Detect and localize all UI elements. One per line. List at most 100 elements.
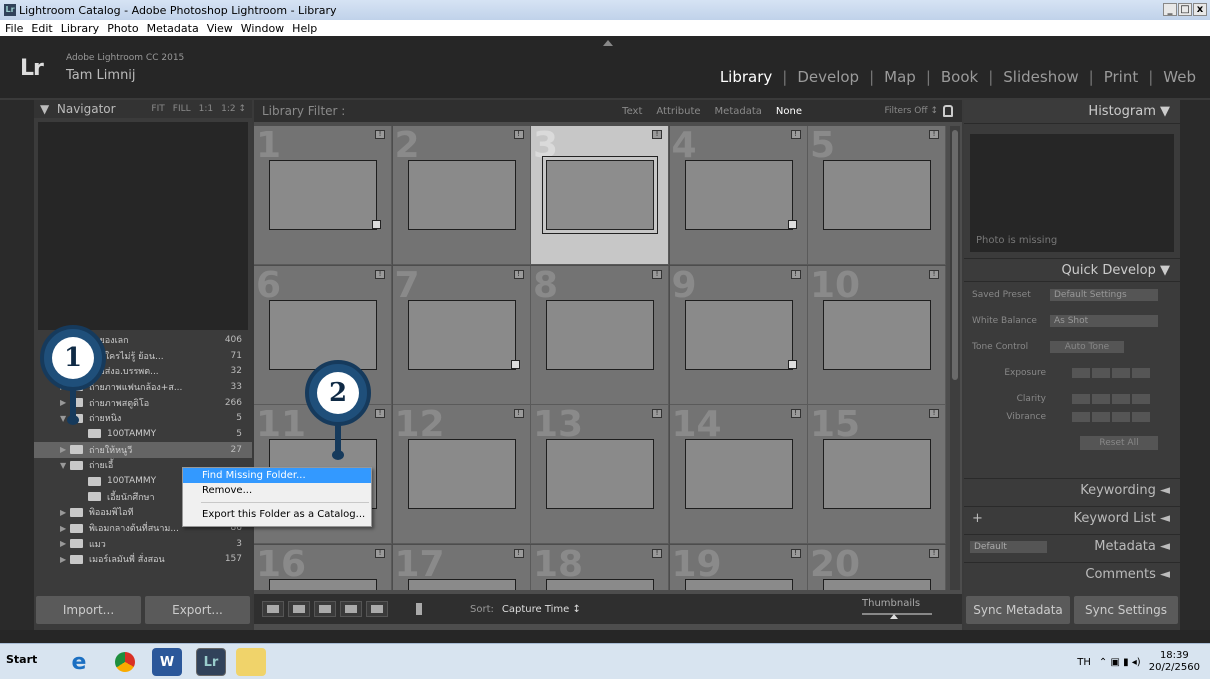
- module-slideshow[interactable]: Slideshow: [1003, 68, 1078, 86]
- thumbnail[interactable]: [684, 160, 793, 230]
- tray-icons[interactable]: ⌃ ▣ ▮ ◂): [1099, 657, 1141, 668]
- reset-all-button[interactable]: Reset All: [1080, 436, 1158, 450]
- grid-cell[interactable]: 9!: [669, 265, 808, 405]
- thumbnail[interactable]: [546, 439, 654, 509]
- chrome-icon[interactable]: [110, 648, 140, 676]
- thumbnail[interactable]: [407, 299, 516, 370]
- menu-library[interactable]: Library: [61, 22, 99, 35]
- collapse-top-arrow-icon[interactable]: [603, 40, 613, 46]
- missing-photo-badge-icon[interactable]: !: [929, 409, 939, 418]
- spray-can-icon[interactable]: [408, 601, 430, 617]
- grid-scrollbar[interactable]: [950, 126, 960, 590]
- missing-photo-badge-icon[interactable]: !: [513, 548, 524, 558]
- menu-view[interactable]: View: [207, 22, 233, 35]
- missing-photo-badge-icon[interactable]: !: [513, 269, 524, 279]
- comments-header[interactable]: Comments ◄: [964, 562, 1180, 586]
- export-folder-as-catalog-item[interactable]: Export this Folder as a Catalog...: [183, 507, 371, 522]
- grid-cell[interactable]: 7!: [392, 265, 531, 405]
- thumbnail[interactable]: [823, 299, 931, 370]
- sync-metadata-button[interactable]: Sync Metadata: [966, 596, 1070, 624]
- filter-tab-none[interactable]: None: [776, 106, 802, 117]
- collapsed-triangle-icon[interactable]: ▶: [60, 398, 70, 407]
- thumbnail[interactable]: [542, 156, 658, 234]
- auto-tone-button[interactable]: Auto Tone: [1050, 341, 1124, 353]
- missing-photo-badge-icon[interactable]: !: [375, 548, 385, 558]
- grid-cell[interactable]: 17!: [392, 544, 531, 590]
- thumbnail[interactable]: [684, 578, 793, 590]
- thumbnail[interactable]: [269, 160, 377, 230]
- missing-photo-badge-icon[interactable]: !: [375, 269, 385, 279]
- maximize-button[interactable]: □: [1178, 3, 1192, 16]
- internet-explorer-icon[interactable]: e: [64, 648, 94, 676]
- collapsed-triangle-icon[interactable]: ▶: [60, 445, 70, 454]
- compare-view-button[interactable]: [314, 601, 336, 617]
- grid-cell[interactable]: 19!: [669, 544, 808, 590]
- metadata-preset-dropdown[interactable]: Default: [970, 540, 1047, 553]
- filter-tab-attribute[interactable]: Attribute: [656, 106, 700, 117]
- missing-photo-badge-icon[interactable]: !: [929, 130, 939, 139]
- metadata-header[interactable]: Default Metadata ◄: [964, 534, 1180, 558]
- thumbnail[interactable]: [407, 160, 516, 230]
- thumbnail[interactable]: [684, 439, 793, 509]
- clock[interactable]: 18:39 20/2/2560: [1149, 650, 1200, 674]
- missing-photo-badge-icon[interactable]: !: [513, 409, 524, 418]
- missing-photo-badge-icon[interactable]: !: [513, 130, 524, 139]
- missing-photo-badge-icon[interactable]: !: [790, 409, 801, 418]
- grid-cell[interactable]: 5!: [808, 126, 946, 265]
- menu-photo[interactable]: Photo: [107, 22, 138, 35]
- language-indicator[interactable]: TH: [1077, 657, 1091, 668]
- menu-file[interactable]: File: [5, 22, 23, 35]
- grid-view-button[interactable]: [262, 601, 284, 617]
- white-balance-dropdown[interactable]: As Shot: [1050, 315, 1158, 327]
- export-button[interactable]: Export...: [145, 596, 250, 624]
- start-button[interactable]: Start: [6, 653, 37, 666]
- people-view-button[interactable]: [366, 601, 388, 617]
- vibrance-buttons[interactable]: [1072, 412, 1150, 422]
- missing-photo-badge-icon[interactable]: !: [929, 269, 939, 279]
- missing-photo-badge-icon[interactable]: !: [790, 269, 801, 279]
- right-panel-toggle[interactable]: [1180, 100, 1210, 630]
- missing-photo-badge-icon[interactable]: !: [375, 409, 385, 418]
- missing-photo-badge-icon[interactable]: !: [929, 548, 939, 558]
- keyword-list-header[interactable]: + Keyword List ◄: [964, 506, 1180, 530]
- saved-preset-dropdown[interactable]: Default Settings: [1050, 289, 1158, 301]
- grid-cell[interactable]: 13!: [531, 405, 669, 544]
- navigator-preview[interactable]: [38, 122, 248, 330]
- lightroom-taskbar-icon[interactable]: Lr: [196, 648, 226, 676]
- missing-photo-badge-icon[interactable]: !: [790, 548, 801, 558]
- word-icon[interactable]: W: [152, 648, 182, 676]
- missing-photo-badge-icon[interactable]: !: [375, 130, 385, 139]
- grid-cell[interactable]: 3!: [531, 126, 669, 265]
- navigator-header[interactable]: ▼ Navigator FIT FILL 1:1 1:2 ↕: [34, 100, 252, 118]
- thumbnail[interactable]: [823, 160, 931, 230]
- collapsed-triangle-icon[interactable]: ▶: [60, 508, 70, 517]
- grid-cell[interactable]: 16!: [254, 544, 392, 590]
- quick-develop-header[interactable]: Quick Develop ▼: [964, 258, 1180, 282]
- module-map[interactable]: Map: [884, 68, 916, 86]
- grid-cell[interactable]: 8!: [531, 265, 669, 405]
- add-keyword-icon[interactable]: +: [972, 511, 983, 526]
- thumbnail[interactable]: [546, 299, 654, 370]
- zoom-fill[interactable]: FILL: [173, 104, 191, 114]
- module-book[interactable]: Book: [941, 68, 978, 86]
- exposure-buttons[interactable]: [1072, 368, 1150, 378]
- keywording-header[interactable]: Keywording ◄: [964, 478, 1180, 502]
- folder-row[interactable]: 100TAMMY 5: [34, 426, 252, 442]
- thumbnail[interactable]: [269, 299, 377, 370]
- left-panel-toggle[interactable]: [0, 100, 34, 630]
- menu-metadata[interactable]: Metadata: [147, 22, 199, 35]
- thumbnail[interactable]: [546, 578, 654, 590]
- thumbnail[interactable]: [269, 578, 377, 590]
- thumbnail[interactable]: [823, 439, 931, 509]
- menu-window[interactable]: Window: [241, 22, 284, 35]
- file-explorer-icon[interactable]: [236, 648, 266, 676]
- find-missing-folder-item[interactable]: Find Missing Folder...: [183, 468, 371, 483]
- module-web[interactable]: Web: [1163, 68, 1196, 86]
- loupe-view-button[interactable]: [288, 601, 310, 617]
- missing-photo-badge-icon[interactable]: !: [652, 409, 662, 418]
- thumbnail[interactable]: [407, 439, 516, 509]
- missing-photo-badge-icon[interactable]: !: [790, 130, 801, 139]
- grid-cell[interactable]: 2!: [392, 126, 531, 265]
- filter-presets[interactable]: Filters Off ↕: [884, 106, 938, 116]
- grid-cell[interactable]: 4!: [669, 126, 808, 265]
